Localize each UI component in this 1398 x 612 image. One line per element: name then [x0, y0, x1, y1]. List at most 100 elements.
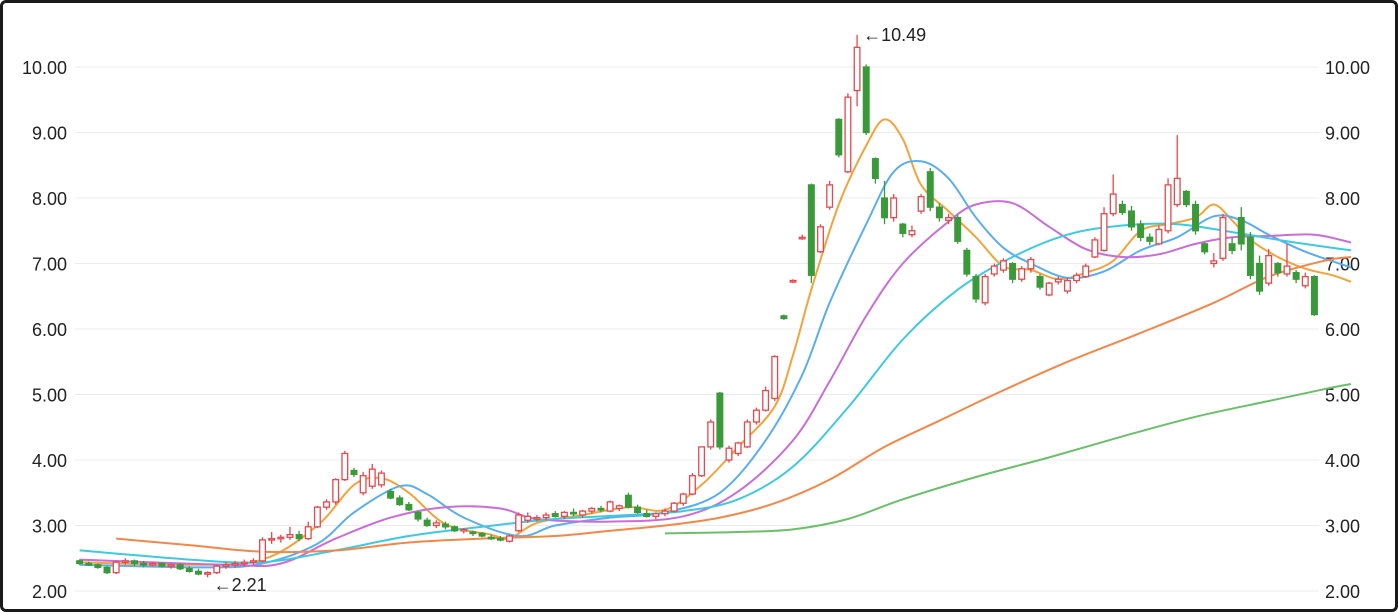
candle-body-up — [121, 560, 129, 564]
candle-body-up — [908, 230, 916, 236]
candlestick — [1127, 205, 1135, 231]
candle-body-up — [1164, 184, 1172, 232]
candle-body-up — [734, 442, 742, 455]
candle-body-up — [341, 452, 349, 481]
candle-body-down — [423, 519, 431, 527]
candle-body-up — [661, 510, 669, 515]
candle-body-down — [103, 566, 111, 574]
candle-body-down — [158, 562, 166, 567]
moving-average-line-4 — [79, 222, 1352, 564]
candlestick — [725, 445, 733, 463]
candle-body-down — [176, 564, 184, 570]
candle-body-down — [881, 197, 889, 219]
candlestick — [112, 560, 120, 574]
candle-body-down — [871, 158, 879, 179]
candlestick — [1246, 232, 1254, 280]
candle-body-up — [588, 507, 596, 512]
candlestick — [259, 537, 267, 563]
candlestick — [377, 470, 385, 488]
candle-body-up — [679, 493, 687, 504]
candlestick — [1219, 213, 1227, 261]
candle-body-up — [1091, 239, 1099, 258]
left-y-axis: 2.00 3.00 4.00 5.00 6.00 7.00 8.00 9.00 10.00 — [22, 58, 67, 602]
candlestick — [771, 355, 779, 402]
candle-body-down — [807, 184, 815, 276]
candle-body-up — [816, 226, 824, 253]
candle-body-up — [222, 564, 230, 567]
candlestick — [469, 530, 477, 536]
candlestick — [1146, 233, 1154, 246]
candle-body-down — [963, 249, 971, 275]
moving-average-line-1 — [79, 118, 1352, 566]
candle-body-down — [295, 534, 303, 540]
candlestick — [323, 499, 331, 510]
candle-body-down — [634, 506, 642, 514]
candlestick — [1301, 272, 1309, 289]
candlestick — [716, 391, 724, 450]
candle-body-up — [377, 472, 385, 486]
candle-body-down — [1118, 203, 1126, 214]
candlestick — [1237, 207, 1245, 251]
candle-body-up — [149, 562, 157, 566]
candlestick — [1082, 263, 1090, 278]
candle-body-down — [570, 511, 578, 515]
right-y-axis: 2.003.004.005.006.007.008.009.0010.00 — [1325, 58, 1370, 602]
candle-body-down — [1237, 216, 1245, 245]
candle-body-up — [204, 572, 212, 575]
candlestick — [1210, 253, 1218, 268]
candlestick — [643, 509, 651, 518]
candle-body-down — [1292, 272, 1300, 280]
candle-body-up — [826, 184, 834, 208]
candle-body-up — [505, 535, 513, 542]
candle-body-down — [140, 562, 148, 566]
candle-body-up — [981, 275, 989, 304]
candlestick — [926, 167, 934, 212]
candle-body-down — [441, 523, 449, 528]
candlestick — [1054, 276, 1062, 285]
candle-body-down — [1256, 262, 1264, 292]
candle-body-up — [112, 561, 120, 574]
candlestick — [826, 180, 834, 210]
candle-body-down — [130, 560, 138, 565]
candlestick — [862, 64, 870, 136]
candle-body-up — [890, 197, 898, 219]
candlestick — [478, 532, 486, 538]
candlestick — [908, 225, 916, 238]
candlestick — [176, 563, 184, 571]
candle-body-up — [286, 534, 294, 538]
candle-body-up — [579, 510, 587, 516]
left-tick-label: 8.00 — [32, 189, 67, 209]
candlestick — [286, 526, 294, 540]
candlestick — [1045, 281, 1053, 297]
candlestick — [698, 446, 706, 478]
moving-average-lines — [79, 118, 1352, 569]
candle-body-up — [1018, 268, 1026, 280]
candlestick — [1100, 207, 1108, 252]
candle-body-up — [688, 475, 696, 495]
candlestick — [615, 504, 623, 512]
candle-body-up — [1045, 282, 1053, 296]
right-tick-label: 4.00 — [1325, 451, 1360, 471]
candle-body-up — [432, 522, 440, 527]
candlestick — [780, 314, 788, 320]
candle-body-down — [1127, 210, 1135, 228]
candle-body-down — [469, 531, 477, 535]
candle-body-up — [743, 421, 751, 448]
candle-body-up — [652, 513, 660, 517]
moving-average-line-5 — [116, 256, 1352, 554]
candle-body-down — [780, 315, 788, 320]
candle-body-up — [359, 475, 367, 494]
candlestick — [835, 118, 843, 158]
high-annotation: ←10.49 — [863, 25, 926, 45]
right-tick-label: 8.00 — [1325, 189, 1360, 209]
candle-body-up — [606, 501, 614, 512]
candlestick — [899, 222, 907, 238]
candle-body-down — [451, 526, 459, 532]
candlestick — [1155, 225, 1163, 246]
candle-body-down — [487, 536, 495, 540]
candlestick — [954, 215, 962, 244]
candlestick — [734, 441, 742, 457]
candlestick — [1009, 262, 1017, 284]
right-tick-label: 9.00 — [1325, 124, 1360, 144]
candle-body-up — [1054, 278, 1062, 283]
